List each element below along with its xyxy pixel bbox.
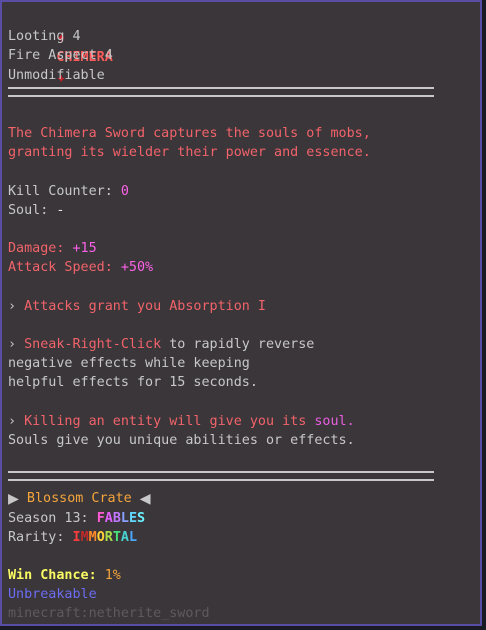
soul-label: Soul:	[8, 202, 49, 218]
ability-text-line: helpful effects for 15 seconds.	[8, 375, 258, 391]
attack-speed-value: +50%	[120, 260, 154, 276]
ability-soul-word: soul.	[314, 413, 355, 429]
ability-highlight: Sneak-Right-Click	[24, 337, 162, 352]
ability-text-line: Souls give you unique abilities or effec…	[8, 432, 355, 448]
unmodifiable-label: Unmodifiable	[8, 67, 105, 83]
ability-text-line: negative effects while keeping	[8, 356, 250, 372]
damage-label: Damage:	[8, 241, 65, 257]
rarity-label: Rarity:	[8, 529, 65, 545]
item-tooltip: ✦ CHIMERA ✦ Looting 4 Fire Aspect 4 Unmo…	[0, 0, 482, 626]
enchant-fire-aspect: Fire Aspect 4	[8, 48, 113, 64]
ability-text: to rapidly reverse	[161, 337, 315, 352]
tooltip-content: ✦ CHIMERA ✦ Looting 4 Fire Aspect 4 Unmo…	[8, 8, 474, 624]
attack-speed-row: Attack Speed: +50%	[8, 258, 474, 277]
damage-row: Damage: +15	[8, 239, 474, 258]
description-line: The Chimera Sword captures the souls of …	[8, 125, 371, 141]
item-title-row: ✦ CHIMERA ✦	[8, 8, 474, 86]
crate-row: ▶ Blossom Crate ◀	[8, 489, 474, 508]
description-line: granting its wielder their power and ess…	[8, 145, 371, 161]
bullet-icon: ›	[8, 298, 17, 314]
crate-name: Blossom Crate	[26, 491, 132, 507]
play-left-icon: ◀	[139, 488, 151, 510]
divider	[8, 86, 434, 97]
bullet-icon: ›	[8, 413, 17, 429]
season-row: Season 13: FABLES	[8, 509, 474, 528]
item-id: minecraft:netherite_sword	[8, 606, 210, 622]
rarity-value: IMMORTAL	[72, 529, 138, 545]
enchant-looting: Looting 4	[8, 29, 81, 45]
damage-value: +15	[72, 241, 97, 257]
season-value: FABLES	[96, 510, 146, 526]
bullet-icon: ›	[8, 337, 17, 352]
win-chance-label: Win Chance:	[8, 568, 97, 584]
season-label: Season 13:	[8, 510, 89, 526]
win-chance-value: 1%	[104, 568, 121, 584]
divider	[8, 471, 434, 482]
ability-soul: › Killing an entity will give you its so…	[8, 412, 474, 431]
kill-counter-row: Kill Counter: 0	[8, 182, 474, 201]
win-chance-row: Win Chance: 1%	[8, 566, 474, 585]
soul-row: Soul: -	[8, 201, 474, 220]
kill-counter-label: Kill Counter:	[8, 183, 113, 199]
attack-speed-label: Attack Speed:	[8, 260, 113, 276]
ability-text: Killing an entity will give you its	[24, 413, 315, 429]
rarity-row: Rarity: IMMORTAL	[8, 528, 474, 547]
play-right-icon: ▶	[8, 488, 19, 510]
unbreakable-label: Unbreakable	[8, 587, 97, 603]
ability-absorption: › Attacks grant you Absorption I	[8, 297, 474, 316]
ability-sneak-click: › Sneak-Right-Click to rapidly reverse	[8, 335, 474, 354]
soul-value: -	[56, 202, 65, 218]
ability-text: Attacks grant you Absorption I	[24, 298, 266, 314]
kill-counter-value: 0	[120, 183, 129, 199]
